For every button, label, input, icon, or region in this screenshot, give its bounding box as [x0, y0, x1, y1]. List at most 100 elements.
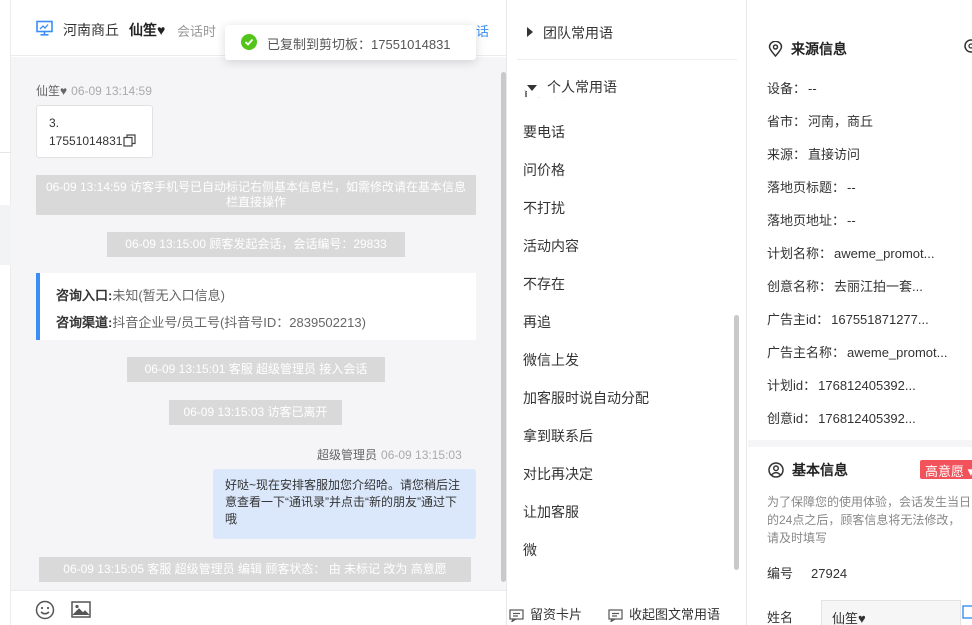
field-label: 来源：: [767, 147, 807, 162]
phrases-footer: 留资卡片 收起图文常用语: [507, 598, 747, 625]
message-icon: [608, 609, 623, 623]
source-field: 省市： 河南，商丘: [767, 111, 873, 130]
phrase-item[interactable]: 问价格: [523, 160, 565, 180]
agent-message-bubble: 好哒~现在安排客服加您介绍哈。请您稍后注意查看一下“通讯录”并点击“新的朋友”通…: [213, 469, 476, 539]
message-list[interactable]: 仙笙♥ 06-09 13:14:59 3. 17551014831 06-09 1…: [11, 57, 506, 590]
phrase-item[interactable]: 拿到联系后: [523, 426, 593, 446]
phrase-item[interactable]: 要电话: [523, 122, 565, 142]
status-badge[interactable]: 高意愿 ▾: [920, 460, 972, 479]
field-label: 落地页地址：: [767, 213, 846, 228]
visitor-name: 仙笙♥: [129, 22, 166, 38]
field-value: 167551871277...: [831, 312, 929, 327]
field-value: 176812405392...: [818, 378, 916, 393]
source-field: 广告主id： 167551871277...: [767, 309, 929, 328]
field-label: 广告主id：: [767, 312, 830, 327]
quick-phrases-panel: 团队常用语 留资发号 个人常用语 要电话 问价格 不打扰 活动内容 不存在 再追…: [507, 0, 747, 625]
phrase-item[interactable]: 不存在: [523, 274, 565, 294]
copy-icon[interactable]: [123, 134, 137, 152]
emoji-icon[interactable]: [35, 600, 55, 623]
message-line: 3.: [49, 116, 60, 130]
image-icon[interactable]: [71, 601, 91, 621]
number-value: 27924: [811, 566, 848, 581]
system-message: 06-09 13:15:01 客服 超级管理员 接入会话: [127, 357, 385, 382]
settings-icon[interactable]: [962, 38, 972, 57]
divider: [0, 152, 11, 153]
phrase-group-label: 个人常用语: [547, 79, 617, 95]
field-value: aweme_promot...: [847, 345, 948, 360]
system-message: 06-09 13:15:05 客服 超级管理员 编辑 顾客状态： 由 未标记 改…: [39, 557, 471, 582]
collapse-phrases-button[interactable]: 收起图文常用语: [608, 604, 720, 623]
edit-icon[interactable]: [962, 605, 972, 622]
phrase-group-personal[interactable]: 个人常用语: [527, 77, 623, 97]
source-field: 计划id： 176812405392...: [767, 375, 916, 394]
visitor-message-bubble: 3. 17551014831: [36, 105, 153, 158]
phrase-item[interactable]: 加客服时说自动分配: [523, 388, 649, 408]
field-label: 计划名称：: [767, 246, 833, 261]
number-label: 编号: [767, 566, 794, 581]
sender-name: 超级管理员: [317, 448, 378, 462]
message-sender: 仙笙♥ 06-09 13:14:59: [36, 82, 152, 99]
source-field: 设备： --: [767, 78, 817, 97]
basic-info-title: 基本信息: [768, 460, 848, 480]
phrase-group-label: 团队常用语: [543, 25, 613, 41]
number-row: 编号 27924: [767, 563, 847, 582]
toast-text: 已复制到剪切板：17551014831: [267, 37, 451, 52]
consult-entry-label: 咨询入口:: [56, 288, 113, 303]
phrase-item[interactable]: 微信上发: [523, 350, 579, 370]
left-sidebar-edge: [0, 0, 11, 625]
chat-panel: 河南商丘 仙笙♥ 会话时 会话 已复制到剪切板：17551014831 仙笙♥ 0…: [11, 0, 507, 625]
message-line-phone: 17551014831: [49, 132, 140, 152]
consult-channel-label: 咨询渠道:: [56, 315, 113, 330]
consult-entry-row: 咨询入口:未知(暂无入口信息): [56, 282, 460, 309]
lead-card-button[interactable]: 留资卡片: [509, 604, 582, 623]
source-field: 创意id： 176812405392...: [767, 408, 916, 427]
phrase-item[interactable]: 不打扰: [523, 198, 565, 218]
divider: [517, 59, 737, 60]
field-label: 省市：: [767, 114, 807, 129]
success-check-icon: [241, 34, 257, 50]
field-value: 河南，商丘: [808, 114, 874, 129]
section-divider: [748, 440, 972, 447]
field-label: 创意id：: [767, 411, 817, 426]
source-info-title: 来源信息: [768, 39, 847, 59]
field-label: 设备：: [767, 81, 807, 96]
status-badge-label: 高意愿: [925, 464, 965, 479]
field-label: 落地页标题：: [767, 180, 846, 195]
field-value: 176812405392...: [818, 411, 916, 426]
session-label: 会话时: [177, 24, 217, 39]
customer-info-panel: 来源信息 设备： -- 省市： 河南，商丘 来源： 直接访问 落地页标题： -- 落地页…: [748, 0, 972, 625]
sidebar-selected-item[interactable]: [0, 205, 11, 265]
location-pin-icon: [768, 40, 783, 58]
phrases-scrollbar[interactable]: [734, 315, 739, 570]
message-sender: 超级管理员 06-09 13:15:03: [317, 446, 462, 463]
system-message: 06-09 13:15:00 顾客发起会话，会话编号：29833: [107, 232, 405, 257]
phrase-item[interactable]: 微: [523, 540, 537, 560]
copy-toast: 已复制到剪切板：17551014831: [225, 25, 476, 60]
source-field: 落地页标题： --: [767, 177, 856, 196]
chat-scrollbar[interactable]: [501, 72, 506, 582]
card-icon: [509, 609, 524, 623]
phrase-group-team[interactable]: 团队常用语: [527, 23, 613, 43]
sender-name: 仙笙♥: [36, 84, 68, 98]
chevron-down-icon: ▾: [967, 464, 972, 479]
consult-channel-value: 抖音企业号/员工号(抖音号ID：2839502213): [112, 315, 366, 330]
consult-entry-value: 未知(暂无入口信息): [112, 288, 226, 303]
collapse-phrases-label: 收起图文常用语: [629, 607, 721, 622]
source-field: 落地页地址： --: [767, 210, 856, 229]
source-field: 来源： 直接访问: [767, 144, 860, 163]
phrase-item[interactable]: 让加客服: [523, 502, 579, 522]
field-value: 直接访问: [808, 147, 861, 162]
name-field[interactable]: 仙笙♥: [821, 600, 961, 625]
phrase-item[interactable]: 对比再决定: [523, 464, 593, 484]
caret-down-icon: [527, 85, 537, 91]
source-field: 广告主名称： aweme_promot...: [767, 342, 947, 361]
phrase-item[interactable]: 活动内容: [523, 236, 579, 256]
field-value: 去丽江拍一套...: [834, 279, 923, 294]
field-value: aweme_promot...: [834, 246, 935, 261]
chat-toolbar: [11, 590, 506, 625]
system-message: 06-09 13:15:03 访客已离开: [169, 400, 342, 425]
field-value: --: [808, 81, 817, 96]
lead-card-label: 留资卡片: [530, 607, 583, 622]
phrase-item[interactable]: 再追: [523, 312, 551, 332]
field-value: --: [847, 213, 856, 228]
